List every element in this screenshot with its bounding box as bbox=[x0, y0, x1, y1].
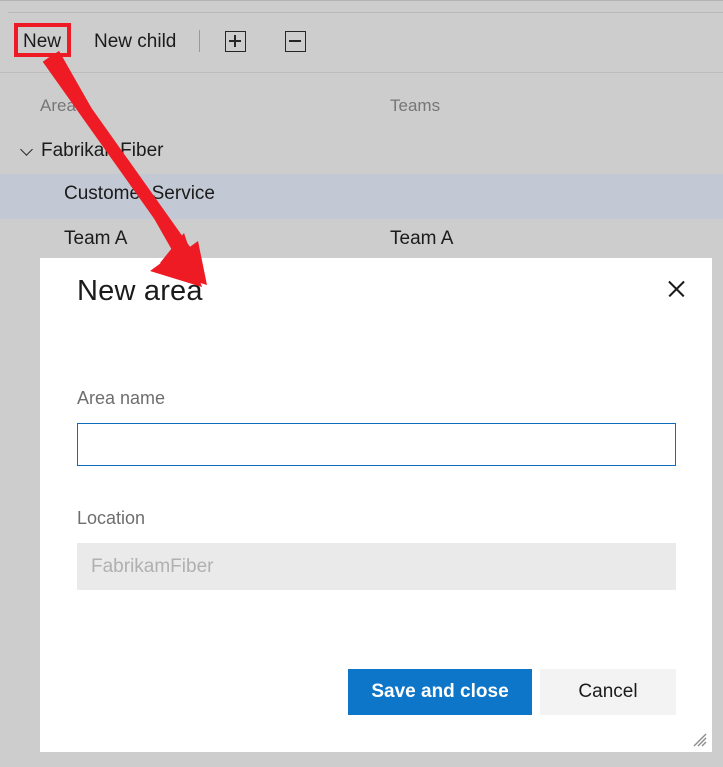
location-field: FabrikamFiber bbox=[77, 543, 676, 590]
chevron-down-icon[interactable] bbox=[22, 145, 33, 156]
row-area-name: Customer Service bbox=[64, 183, 215, 204]
screen: New New child Area Teams FabrikamFiber C… bbox=[0, 0, 723, 767]
row-area-name: Team A bbox=[64, 228, 128, 249]
new-button[interactable]: New bbox=[23, 32, 61, 51]
location-value: FabrikamFiber bbox=[91, 555, 214, 577]
cancel-button[interactable]: Cancel bbox=[540, 669, 676, 715]
row-area-name: FabrikamFiber bbox=[41, 140, 164, 161]
resize-grip-icon[interactable] bbox=[693, 733, 707, 747]
new-child-button[interactable]: New child bbox=[94, 32, 176, 51]
toolbar-top-divider bbox=[8, 12, 723, 13]
toolbar: New New child bbox=[0, 0, 723, 74]
save-and-close-button[interactable]: Save and close bbox=[348, 669, 532, 715]
plus-box-icon[interactable] bbox=[225, 31, 246, 52]
area-name-label: Area name bbox=[77, 388, 166, 408]
minus-box-icon[interactable] bbox=[285, 31, 306, 52]
toolbar-bottom-divider bbox=[0, 72, 723, 73]
new-area-dialog: New area Area name Location FabrikamFibe… bbox=[40, 258, 712, 752]
table-row[interactable]: FabrikamFiber bbox=[0, 131, 723, 176]
row-team-name: Team A bbox=[390, 228, 454, 249]
list-column-headers: Area Teams bbox=[0, 96, 723, 126]
column-header-area: Area bbox=[40, 96, 76, 115]
close-icon[interactable] bbox=[658, 270, 696, 308]
dialog-title: New area bbox=[77, 275, 203, 307]
area-name-input[interactable] bbox=[77, 423, 676, 466]
table-row[interactable]: Customer Service bbox=[0, 174, 723, 219]
location-label: Location bbox=[77, 508, 146, 528]
toolbar-separator bbox=[199, 30, 200, 52]
column-header-teams: Teams bbox=[390, 96, 441, 115]
